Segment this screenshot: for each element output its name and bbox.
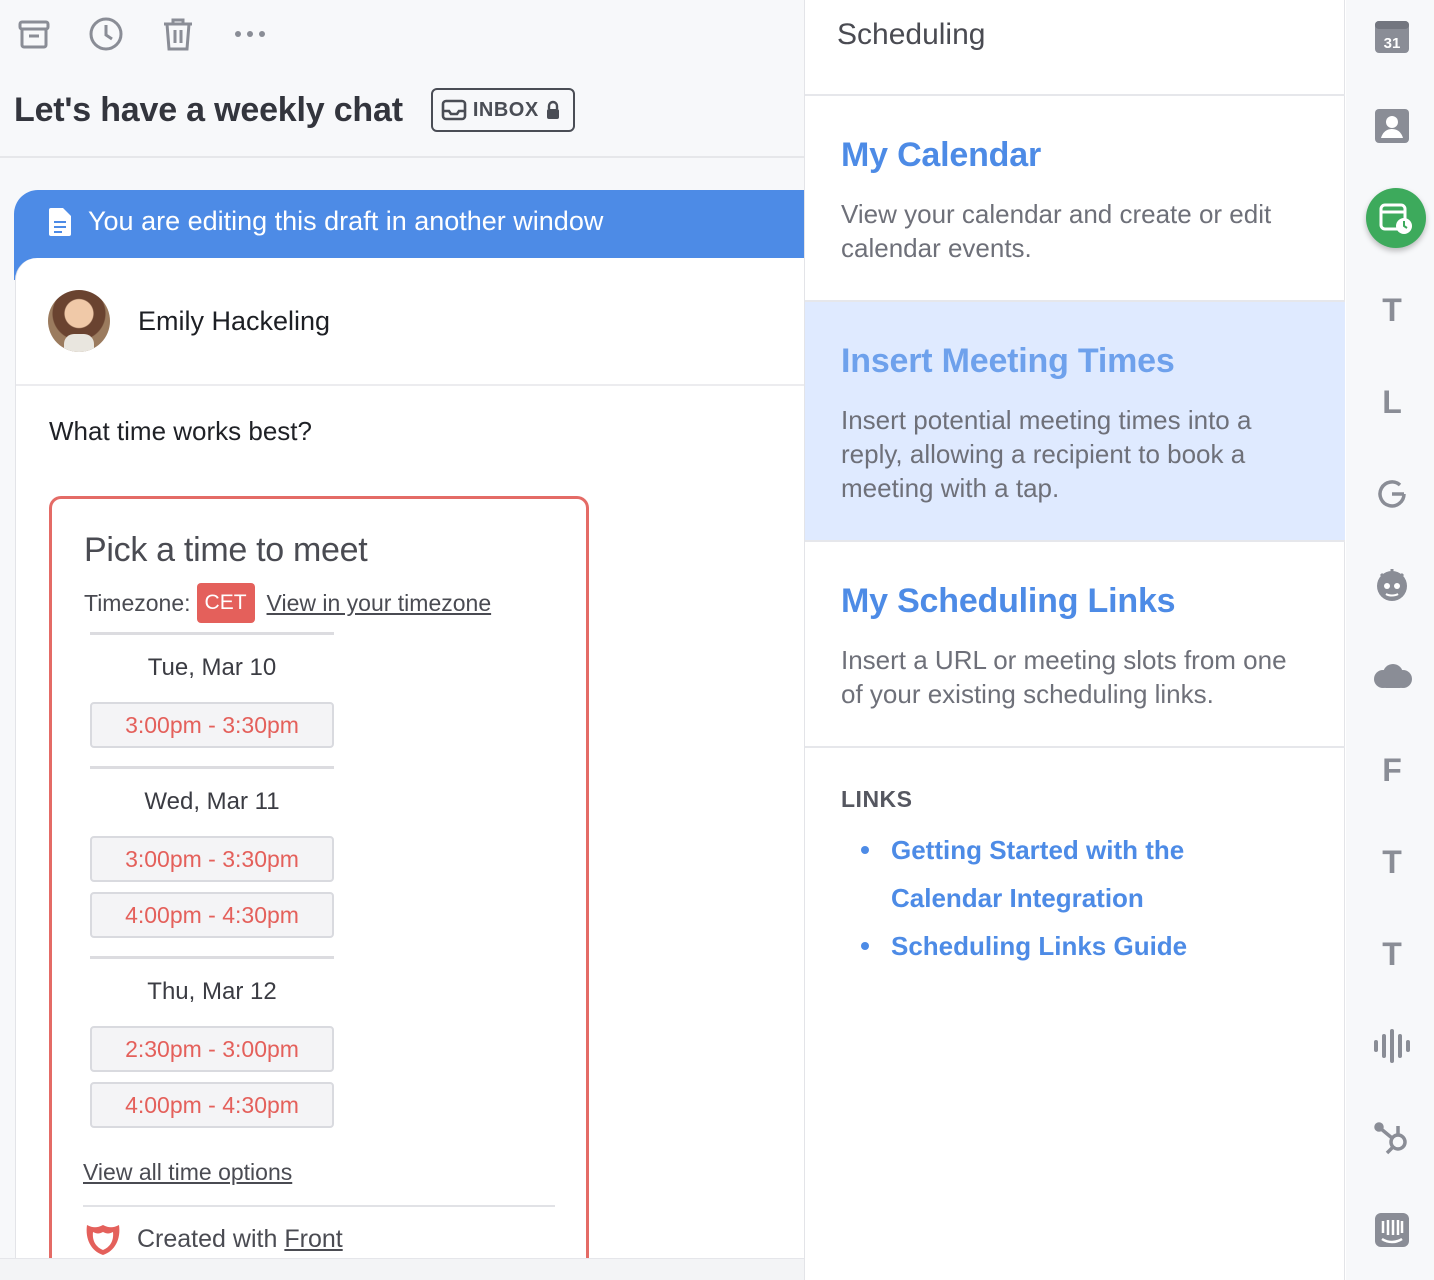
timezone-row: Timezone: CET View in your timezone (84, 583, 491, 623)
section-title: My Calendar (841, 136, 1041, 174)
timezone-label: Timezone: (84, 589, 191, 616)
day-label: Wed, Mar 11 (144, 788, 280, 815)
t-app-icon[interactable]: T (1370, 288, 1414, 332)
t-app-icon-2[interactable]: T (1370, 840, 1414, 884)
refresh-app-icon[interactable] (1370, 472, 1414, 516)
section-description: Insert potential meeting times into a re… (841, 405, 1252, 503)
section-my-scheduling-links[interactable]: My Scheduling Links Insert a URL or meet… (805, 540, 1345, 748)
links-heading: LINKS (841, 786, 913, 812)
picker-title: Pick a time to meet (84, 531, 368, 569)
section-title: My Scheduling Links (841, 582, 1176, 620)
link-text[interactable]: Getting Started with the Calendar Integr… (891, 826, 1261, 922)
scheduling-app-icon-active[interactable] (1366, 188, 1426, 248)
l-app-icon[interactable]: L (1370, 380, 1414, 424)
bullet (861, 846, 869, 854)
view-in-your-timezone-link[interactable]: View in your timezone (267, 590, 492, 617)
scheduling-panel: Scheduling My Calendar View your calenda… (804, 0, 1345, 1280)
card-divider (16, 384, 804, 386)
draft-card: Emily Hackeling What time works best? Pi… (15, 258, 804, 1280)
subject-row: Let's have a weekly chat INBOX (14, 86, 575, 134)
calendar-day-number: 31 (1384, 35, 1401, 52)
document-icon (49, 207, 71, 236)
hubspot-icon[interactable] (1370, 1116, 1414, 1160)
conversation-pane: Let's have a weekly chat INBOX You are e… (0, 0, 804, 1280)
timezone-badge: CET (196, 583, 255, 623)
intercom-icon[interactable] (1370, 1208, 1414, 1252)
sender-name: Emily Hackeling (138, 305, 331, 336)
day-separator (90, 766, 334, 769)
link-text[interactable]: Scheduling Links Guide (891, 922, 1261, 970)
time-slot-button[interactable]: 3:00pm - 3:30pm (90, 702, 334, 748)
snooze-clock-icon[interactable] (86, 14, 126, 54)
trash-icon[interactable] (158, 14, 198, 54)
more-icon[interactable] (230, 14, 270, 54)
section-title: Insert Meeting Times (841, 342, 1175, 380)
time-slot-button[interactable]: 4:00pm - 4:30pm (90, 1082, 334, 1128)
time-slot-button[interactable]: 2:30pm - 3:00pm (90, 1026, 334, 1072)
bullet (861, 942, 869, 950)
message-body[interactable]: What time works best? (49, 416, 312, 447)
integrations-rail: 31 T L F T T (1346, 0, 1434, 1280)
link-getting-started[interactable]: Getting Started with the Calendar Integr… (861, 826, 1261, 922)
calendar-app-icon[interactable]: 31 (1370, 14, 1414, 58)
lock-icon (546, 100, 559, 119)
conversation-toolbar (0, 0, 804, 70)
front-link[interactable]: Front (284, 1225, 342, 1254)
picker-footer-divider (83, 1205, 555, 1207)
links-divider (805, 746, 1345, 748)
created-with-text: Created with (137, 1224, 278, 1253)
view-all-time-options-link[interactable]: View all time options (83, 1159, 292, 1186)
link-scheduling-links-guide[interactable]: Scheduling Links Guide (861, 922, 1261, 970)
section-description: View your calendar and create or edit ca… (841, 199, 1272, 263)
archive-icon[interactable] (14, 14, 54, 54)
contact-icon[interactable] (1370, 104, 1414, 148)
avatar (48, 290, 110, 352)
mascot-app-icon[interactable] (1370, 564, 1414, 608)
time-slot-button[interactable]: 4:00pm - 4:30pm (90, 892, 334, 938)
meeting-time-picker: Pick a time to meet Timezone: CET View i… (49, 496, 589, 1280)
day-label: Tue, Mar 10 (147, 654, 277, 681)
day-separator (90, 632, 334, 635)
sender-row: Emily Hackeling (48, 290, 330, 352)
draft-banner-text: You are editing this draft in another wi… (88, 206, 604, 236)
conversation-subject: Let's have a weekly chat (14, 90, 403, 129)
bottom-strip (0, 1258, 804, 1280)
created-with-row: Created with Front (83, 1221, 343, 1257)
front-logo-icon (86, 1225, 120, 1255)
f-app-icon[interactable]: F (1370, 748, 1414, 792)
header-divider (0, 156, 804, 158)
section-insert-meeting-times[interactable]: Insert Meeting Times Insert potential me… (805, 300, 1345, 542)
inbox-badge[interactable]: INBOX (430, 88, 575, 132)
t-app-icon-3[interactable]: T (1370, 932, 1414, 976)
panel-title: Scheduling (837, 18, 986, 51)
cloud-app-icon[interactable] (1370, 656, 1414, 700)
section-my-calendar[interactable]: My Calendar View your calendar and creat… (805, 94, 1345, 302)
day-label: Thu, Mar 12 (147, 978, 277, 1005)
inbox-icon (441, 99, 467, 121)
time-slot-button[interactable]: 3:00pm - 3:30pm (90, 836, 334, 882)
audio-wave-icon[interactable] (1370, 1024, 1414, 1068)
section-description: Insert a URL or meeting slots from one o… (841, 645, 1287, 709)
day-separator (90, 956, 334, 959)
inbox-label: INBOX (472, 98, 539, 121)
